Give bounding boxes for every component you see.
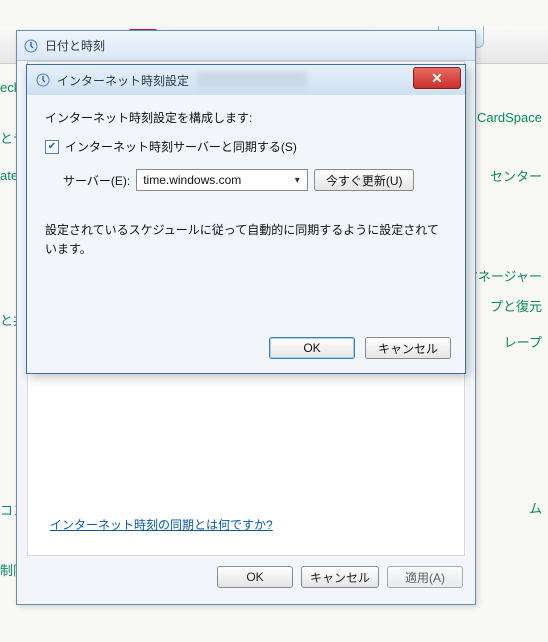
close-button[interactable]: ✕ [413, 67, 461, 89]
date-time-titlebar[interactable]: 日付と時刻 [17, 31, 475, 61]
server-label: サーバー(E): [63, 172, 130, 189]
bg-text: プと復元 [490, 296, 542, 315]
cancel-button[interactable]: キャンセル [301, 566, 379, 588]
internet-time-dialog: インターネット時刻設定 ✕ インターネット時刻設定を構成します: ✔ インターネ… [26, 64, 466, 374]
bg-text: ム [529, 498, 542, 517]
check-icon: ✔ [48, 141, 56, 152]
sync-checkbox[interactable]: ✔ [45, 140, 59, 154]
server-row: サーバー(E): time.windows.com ▾ 今すぐ更新(U) [45, 169, 447, 191]
heading-text: インターネット時刻設定を構成します: [45, 109, 447, 126]
chevron-down-icon: ▾ [289, 171, 305, 189]
date-time-title: 日付と時刻 [45, 37, 105, 54]
clock-icon [23, 38, 39, 54]
internet-time-title: インターネット時刻設定 [57, 72, 189, 89]
schedule-info-text: 設定されているスケジュールに従って自動的に同期するように設定されています。 [45, 221, 447, 259]
bg-text: レープ [504, 332, 542, 351]
sync-checkbox-row: ✔ インターネット時刻サーバーと同期する(S) [45, 138, 447, 155]
bg-text: センター [490, 166, 542, 185]
ok-button[interactable]: OK [269, 337, 355, 359]
bg-text: CardSpace [477, 110, 542, 125]
clock-icon [35, 72, 51, 88]
apply-button[interactable]: 適用(A) [387, 566, 463, 588]
server-combo-value: time.windows.com [143, 173, 241, 187]
close-icon: ✕ [431, 70, 443, 87]
blur-region [197, 71, 307, 87]
ok-button[interactable]: OK [217, 566, 293, 588]
internet-time-titlebar[interactable]: インターネット時刻設定 ✕ [27, 65, 465, 95]
server-combo[interactable]: time.windows.com ▾ [136, 169, 308, 191]
internet-time-body: インターネット時刻設定を構成します: ✔ インターネット時刻サーバーと同期する(… [27, 95, 465, 373]
sync-checkbox-label: インターネット時刻サーバーと同期する(S) [65, 138, 297, 155]
internet-time-button-row: OK キャンセル [269, 337, 451, 359]
update-now-button[interactable]: 今すぐ更新(U) [314, 169, 414, 191]
cancel-button[interactable]: キャンセル [365, 337, 451, 359]
sync-help-link[interactable]: インターネット時刻の同期とは何ですか? [50, 516, 273, 533]
date-time-button-row: OK キャンセル 適用(A) [17, 566, 475, 596]
bg-text: マネージャー [465, 266, 542, 285]
